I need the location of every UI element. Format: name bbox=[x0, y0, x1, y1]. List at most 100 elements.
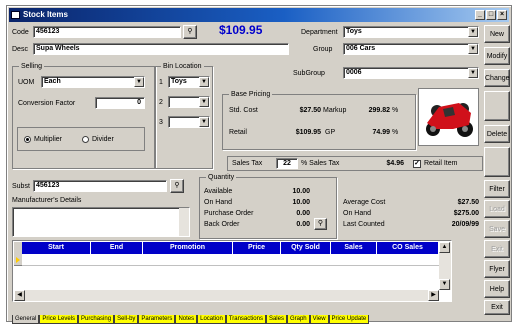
subgroup-select[interactable]: 0006 ▼ bbox=[343, 67, 479, 79]
exit-button[interactable]: Exit bbox=[484, 300, 510, 315]
uom-label: UOM bbox=[18, 79, 35, 86]
tab-general[interactable]: General bbox=[12, 315, 40, 324]
stock-items-window: Stock Items _ □ × Code 456123 ⚲ $109.95 … bbox=[6, 5, 512, 324]
bin-number-3: 3 bbox=[159, 119, 163, 126]
grid-row-line bbox=[22, 265, 439, 266]
tab-parameters[interactable]: Parameters bbox=[138, 315, 176, 324]
tab-purchasing[interactable]: Purchasing bbox=[78, 315, 115, 324]
std-cost-label: Std. Cost bbox=[229, 107, 258, 114]
scroll-left-icon[interactable]: ◀ bbox=[14, 290, 25, 301]
bin-3-select[interactable]: ▼ bbox=[168, 116, 210, 128]
grid-header-start[interactable]: Start bbox=[22, 242, 91, 254]
window-title: Stock Items bbox=[23, 10, 68, 19]
multiplier-divider-frame: Multiplier Divider bbox=[17, 127, 145, 151]
retail-price-display: $109.95 bbox=[219, 23, 263, 37]
uom-select[interactable]: Each ▼ bbox=[41, 76, 145, 88]
chevron-down-icon[interactable]: ▼ bbox=[199, 77, 209, 87]
divider-label: Divider bbox=[92, 136, 114, 143]
onhand-value: 10.00 bbox=[292, 199, 310, 206]
product-image bbox=[418, 88, 479, 146]
minimize-button[interactable]: _ bbox=[475, 10, 485, 20]
flyer-button[interactable]: Flyer bbox=[484, 260, 510, 278]
conversion-factor-field[interactable]: 0 bbox=[95, 97, 145, 109]
tab-graph[interactable]: Graph bbox=[286, 315, 310, 324]
manufacturer-details-field[interactable] bbox=[12, 207, 190, 237]
subst-field[interactable]: 456123 bbox=[33, 180, 167, 192]
manufacturer-label: Manufacturer's Details bbox=[12, 197, 82, 204]
back-order-label: Back Order bbox=[204, 221, 240, 228]
base-pricing-group: Base Pricing Std. Cost $27.50 Markup 299… bbox=[222, 90, 416, 150]
grid-header-co-sales[interactable]: CO Sales bbox=[377, 242, 439, 254]
scroll-up-icon[interactable]: ▲ bbox=[439, 242, 450, 253]
sales-tax-pct-label: % Sales Tax bbox=[301, 160, 340, 167]
grid-header-end[interactable]: End bbox=[91, 242, 143, 254]
chevron-down-icon[interactable]: ▼ bbox=[468, 27, 478, 37]
grid-header-price[interactable]: Price bbox=[233, 242, 281, 254]
delete-button[interactable]: Delete bbox=[484, 125, 510, 143]
code-field[interactable]: 456123 bbox=[33, 26, 181, 38]
bin-2-select[interactable]: ▼ bbox=[168, 96, 210, 108]
tab-sales[interactable]: Sales bbox=[265, 315, 287, 324]
grid-horizontal-scrollbar[interactable]: ◀ ▶ bbox=[14, 290, 439, 301]
gp-pct: % bbox=[392, 129, 399, 136]
chevron-down-icon[interactable]: ▼ bbox=[134, 77, 144, 87]
std-cost-value: $27.50 bbox=[299, 107, 321, 114]
chevron-down-icon[interactable]: ▼ bbox=[468, 44, 478, 54]
exit-disabled-button: Exit bbox=[484, 240, 510, 258]
desc-field[interactable]: Supa Wheels bbox=[33, 43, 289, 55]
divider-radio[interactable] bbox=[82, 136, 89, 143]
chevron-down-icon[interactable]: ▼ bbox=[199, 97, 209, 107]
promotions-grid[interactable]: Start End Promotion Price Qty Sold Sales… bbox=[12, 240, 452, 302]
close-button[interactable]: × bbox=[497, 10, 507, 20]
tab-transactions[interactable]: Transactions bbox=[225, 315, 266, 324]
bin-number-2: 2 bbox=[159, 99, 163, 106]
last-counted-label: Last Counted bbox=[343, 221, 385, 228]
onhand-total-value: $275.00 bbox=[453, 210, 479, 217]
tab-view[interactable]: View bbox=[309, 315, 329, 324]
quantity-group: Quantity Available 10.00 On Hand 10.00 P… bbox=[199, 173, 337, 239]
sales-tax-field[interactable]: 22 bbox=[276, 158, 298, 169]
average-cost-label: Average Cost bbox=[343, 199, 386, 206]
department-select[interactable]: Toys ▼ bbox=[343, 26, 479, 38]
scroll-down-icon[interactable]: ▼ bbox=[439, 279, 450, 290]
conversion-factor-label: Conversion Factor bbox=[18, 100, 76, 107]
retail-value: $109.95 bbox=[295, 129, 321, 136]
filter-button[interactable]: Filter ▼ bbox=[484, 180, 510, 211]
change-button[interactable]: Change bbox=[484, 69, 510, 87]
bin-1-select[interactable]: Toys ▼ bbox=[168, 76, 210, 88]
tab-sell-by[interactable]: Sell-by bbox=[114, 315, 139, 324]
tab-strip: General Price Levels Purchasing Sell-by Para… bbox=[12, 315, 370, 324]
search-icon: ⚲ bbox=[317, 220, 324, 227]
back-order-search-button[interactable]: ⚲ bbox=[314, 218, 327, 230]
new-button[interactable]: New bbox=[484, 25, 510, 43]
manufacturer-scrollbar[interactable] bbox=[179, 208, 189, 236]
group-select[interactable]: 006 Cars ▼ bbox=[343, 43, 479, 55]
grid-header-promotion[interactable]: Promotion bbox=[143, 242, 233, 254]
tab-location[interactable]: Location bbox=[197, 315, 226, 324]
subst-search-button[interactable]: ⚲ bbox=[170, 179, 184, 193]
bin-location-group: Bin Location 1 Toys ▼ 2 ▼ 3 ▼ bbox=[154, 62, 213, 169]
tab-price-update[interactable]: Price Update bbox=[328, 315, 370, 324]
markup-value: 299.82 bbox=[368, 107, 390, 114]
available-value: 10.00 bbox=[292, 188, 310, 195]
retail-item-checkbox[interactable]: ✓ bbox=[413, 160, 421, 168]
grid-vertical-scrollbar[interactable]: ▲ ▼ bbox=[439, 242, 451, 290]
grid-header-sales[interactable]: Sales bbox=[331, 242, 377, 254]
subst-label: Subst bbox=[12, 183, 30, 190]
chevron-down-icon[interactable]: ▼ bbox=[468, 68, 478, 78]
bin-number-1: 1 bbox=[159, 79, 163, 86]
help-button[interactable]: Help bbox=[484, 280, 510, 298]
chevron-down-icon[interactable]: ▼ bbox=[199, 117, 209, 127]
available-label: Available bbox=[204, 188, 233, 195]
grid-header-qty-sold[interactable]: Qty Sold bbox=[281, 242, 331, 254]
retail-item-label: Retail Item bbox=[424, 160, 458, 167]
retail-label: Retail bbox=[229, 129, 247, 136]
tab-notes[interactable]: Notes bbox=[175, 315, 198, 324]
modify-button[interactable]: Modify bbox=[484, 47, 510, 65]
code-search-button[interactable]: ⚲ bbox=[183, 25, 197, 39]
maximize-button[interactable]: □ bbox=[486, 10, 496, 20]
tab-price-levels[interactable]: Price Levels bbox=[39, 315, 79, 324]
disabled-button-1 bbox=[484, 91, 510, 121]
scroll-right-icon[interactable]: ▶ bbox=[428, 290, 439, 301]
multiplier-radio[interactable] bbox=[24, 136, 31, 143]
